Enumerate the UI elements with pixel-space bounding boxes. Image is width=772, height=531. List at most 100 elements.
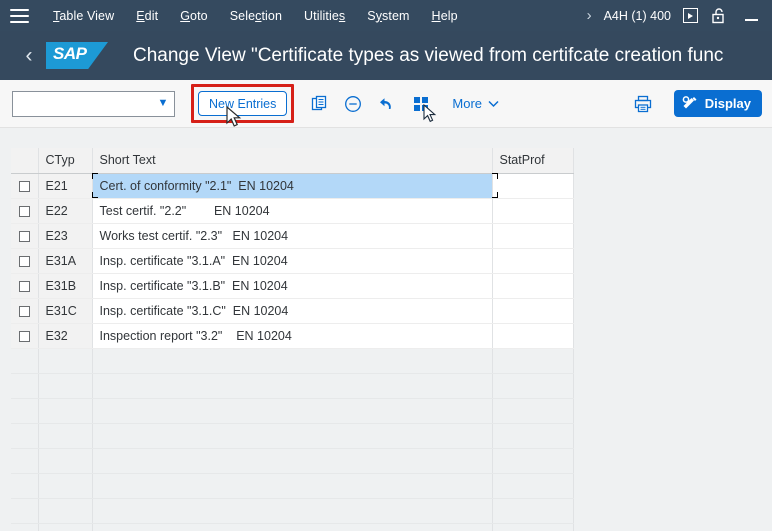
empty-cell[interactable] [11, 348, 39, 374]
empty-cell[interactable] [492, 448, 574, 474]
display-button[interactable]: Display [673, 90, 762, 117]
minus-circle-icon[interactable] [336, 89, 370, 119]
new-entries-button[interactable]: New Entries [198, 91, 288, 116]
row-select-cell[interactable] [11, 298, 39, 324]
menu-item-goto[interactable]: Goto [169, 9, 219, 23]
cell-statprof[interactable] [492, 298, 574, 324]
play-in-box-icon[interactable] [683, 8, 698, 23]
cell-statprof[interactable] [492, 223, 574, 249]
empty-cell[interactable] [91, 373, 493, 399]
row-checkbox[interactable] [18, 230, 30, 242]
cell-short-text[interactable]: Insp. certificate "3.1.B" EN 10204 [91, 273, 493, 299]
row-checkbox[interactable] [18, 305, 30, 317]
empty-cell[interactable] [38, 473, 93, 499]
cell-ctyp[interactable]: E32 [38, 323, 93, 349]
menu-item-edit[interactable]: Edit [125, 9, 169, 23]
cell-ctyp[interactable]: E31B [38, 273, 93, 299]
empty-cell[interactable] [38, 373, 93, 399]
copy-entry-icon[interactable] [302, 89, 336, 119]
empty-cell[interactable] [38, 423, 93, 449]
empty-cell[interactable] [91, 448, 493, 474]
cell-short-text[interactable]: Inspection report "3.2" EN 10204 [91, 323, 493, 349]
cell-statprof[interactable] [492, 273, 574, 299]
row-checkbox[interactable] [18, 255, 30, 267]
row-checkbox[interactable] [18, 180, 30, 192]
empty-cell[interactable] [492, 423, 574, 449]
cell-ctyp[interactable]: E23 [38, 223, 93, 249]
empty-cell[interactable] [91, 348, 493, 374]
undo-arrow-icon[interactable] [370, 89, 404, 119]
column-header-short-text[interactable]: Short Text [91, 148, 493, 174]
back-chevron-icon[interactable]: ‹ [14, 45, 44, 66]
table-row[interactable]: E31C Insp. certificate "3.1.C" EN 10204 [11, 298, 574, 324]
empty-cell[interactable] [11, 473, 39, 499]
menu-item-utilities[interactable]: Utilities [293, 9, 356, 23]
column-header-ctyp[interactable]: CTyp [38, 148, 93, 174]
cell-short-text[interactable]: Insp. certificate "3.1.A" EN 10204 [91, 248, 493, 274]
empty-cell[interactable] [38, 398, 93, 424]
empty-cell[interactable] [492, 473, 574, 499]
cell-statprof[interactable] [492, 323, 574, 349]
cell-statprof[interactable] [492, 198, 574, 224]
cell-statprof[interactable] [492, 248, 574, 274]
cell-ctyp[interactable]: E21 [38, 173, 93, 199]
column-header-statprof[interactable]: StatProf [492, 148, 574, 174]
open-lock-icon[interactable] [711, 7, 727, 24]
empty-cell[interactable] [492, 348, 574, 374]
row-select-cell[interactable] [11, 273, 39, 299]
chevron-right-icon[interactable]: › [583, 8, 604, 23]
empty-cell[interactable] [11, 498, 39, 524]
row-select-cell[interactable] [11, 173, 39, 199]
row-select-cell[interactable] [11, 323, 39, 349]
column-header-select[interactable] [11, 148, 39, 174]
empty-cell[interactable] [91, 523, 493, 531]
table-empty-row[interactable] [11, 448, 574, 474]
table-row[interactable]: E32 Inspection report "3.2" EN 10204 [11, 323, 574, 349]
table-empty-row[interactable] [11, 398, 574, 424]
menu-item-selection[interactable]: Selection [219, 9, 293, 23]
cell-ctyp[interactable]: E31C [38, 298, 93, 324]
more-menu-button[interactable]: More [446, 90, 505, 118]
menu-item-system[interactable]: System [356, 9, 420, 23]
table-empty-row[interactable] [11, 423, 574, 449]
row-checkbox[interactable] [18, 280, 30, 292]
row-checkbox[interactable] [18, 205, 30, 217]
cell-statprof[interactable] [492, 173, 574, 199]
cell-ctyp[interactable]: E22 [38, 198, 93, 224]
cell-short-text[interactable]: Works test certif. "2.3" EN 10204 [91, 223, 493, 249]
empty-cell[interactable] [492, 398, 574, 424]
chevron-down-icon[interactable]: ▼ [152, 98, 174, 109]
cell-ctyp[interactable]: E31A [38, 248, 93, 274]
empty-cell[interactable] [492, 523, 574, 531]
empty-cell[interactable] [11, 373, 39, 399]
empty-cell[interactable] [492, 373, 574, 399]
empty-cell[interactable] [11, 448, 39, 474]
cell-short-text[interactable]: Test certif. "2.2" EN 10204 [91, 198, 493, 224]
printer-icon[interactable] [626, 89, 660, 119]
minimize-icon[interactable] [745, 18, 758, 21]
empty-cell[interactable] [91, 423, 493, 449]
row-checkbox[interactable] [18, 330, 30, 342]
table-empty-row[interactable] [11, 523, 574, 531]
empty-cell[interactable] [38, 448, 93, 474]
empty-cell[interactable] [91, 473, 493, 499]
table-row[interactable]: E31A Insp. certificate "3.1.A" EN 10204 [11, 248, 574, 274]
empty-cell[interactable] [38, 348, 93, 374]
empty-cell[interactable] [38, 498, 93, 524]
table-row[interactable]: E21 Cert. of conformity "2.1" EN 10204 [11, 173, 574, 199]
variant-combobox[interactable]: ▼ [12, 90, 175, 117]
cell-short-text[interactable]: Insp. certificate "3.1.C" EN 10204 [91, 298, 493, 324]
empty-cell[interactable] [11, 423, 39, 449]
select-block-icon[interactable] [404, 89, 438, 122]
row-select-cell[interactable] [11, 223, 39, 249]
table-empty-row[interactable] [11, 498, 574, 524]
table-row[interactable]: E22 Test certif. "2.2" EN 10204 [11, 198, 574, 224]
table-empty-row[interactable] [11, 348, 574, 374]
empty-cell[interactable] [11, 398, 39, 424]
row-select-cell[interactable] [11, 198, 39, 224]
empty-cell[interactable] [38, 523, 93, 531]
cell-short-text[interactable]: Cert. of conformity "2.1" EN 10204 [91, 173, 493, 199]
menu-item-table-view[interactable]: Table View [42, 9, 125, 23]
table-empty-row[interactable] [11, 373, 574, 399]
empty-cell[interactable] [91, 498, 493, 524]
